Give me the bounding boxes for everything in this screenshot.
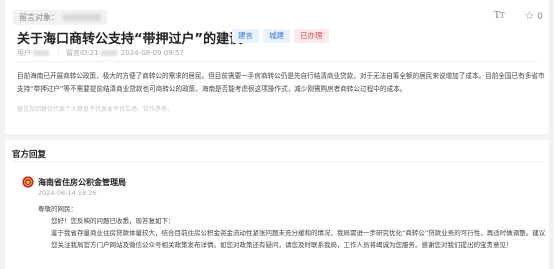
toolbar: TT ☆ 0 <box>494 9 543 22</box>
star-icon[interactable]: ☆ <box>525 9 535 22</box>
message-content: 目前海南已开展商转公政策，极大的方便了商转公的需求的居民。但目前需要一手房商转公… <box>17 72 545 93</box>
reply-org-name: 海南省住房公积金管理局 <box>38 178 126 187</box>
government-emblem-icon <box>22 176 34 188</box>
reply-content: 尊敬的网民： 您好！您反映的问题已收悉，现答复如下： 鉴于我省存量商业住房贷款体… <box>38 203 548 251</box>
author-name: 用户 <box>17 49 31 57</box>
reply-time: 2024-06-14 18:26 <box>38 189 97 197</box>
favorite-button[interactable]: ☆ 0 <box>525 9 543 22</box>
tag-field: 城建 <box>263 29 290 43</box>
favorite-count: 0 <box>537 12 543 22</box>
reply-line: 鉴于我省存量商业住房贷款体量较大，结合目前住房公积金资金流动性紧张问题未充分缓和… <box>51 229 546 249</box>
divider <box>12 161 542 162</box>
reply-line: 您好！您反映的问题已收悉，现答复如下： <box>51 217 175 225</box>
reply-greeting: 尊敬的网民： <box>38 205 77 213</box>
message-date: 2024-08-09 09:57 <box>120 49 184 57</box>
divider <box>17 61 537 62</box>
font-size-icon[interactable]: TT <box>494 11 505 21</box>
message-tags: 建言 城建 已办理 <box>232 29 329 43</box>
redacted-author <box>33 50 49 56</box>
redacted-target <box>63 14 101 21</box>
tag-category: 建言 <box>232 29 259 43</box>
disclaimer-notice: 留言及回复仅代表个人意见不代表本平台立场，仅作参考。 <box>17 106 174 113</box>
reply-section-title: 官方回复 <box>12 150 47 160</box>
message-target: 留言对象： <box>13 10 107 25</box>
message-target-label: 留言对象： <box>19 13 59 22</box>
message-meta: 用户 | 留言ID:21 2024-08-09 09:57 <box>17 48 184 58</box>
meta-separator: | <box>57 49 60 57</box>
redacted-id <box>100 50 117 56</box>
tag-status: 已办理 <box>294 29 329 43</box>
message-card: 留言对象： TT ☆ 0 关于海口商转公支持“带押过户”的建议 建言 城建 已办… <box>5 0 549 134</box>
message-title: 关于海口商转公支持“带押过户”的建议 <box>17 32 243 47</box>
message-id: 留言ID:21 <box>65 49 99 57</box>
